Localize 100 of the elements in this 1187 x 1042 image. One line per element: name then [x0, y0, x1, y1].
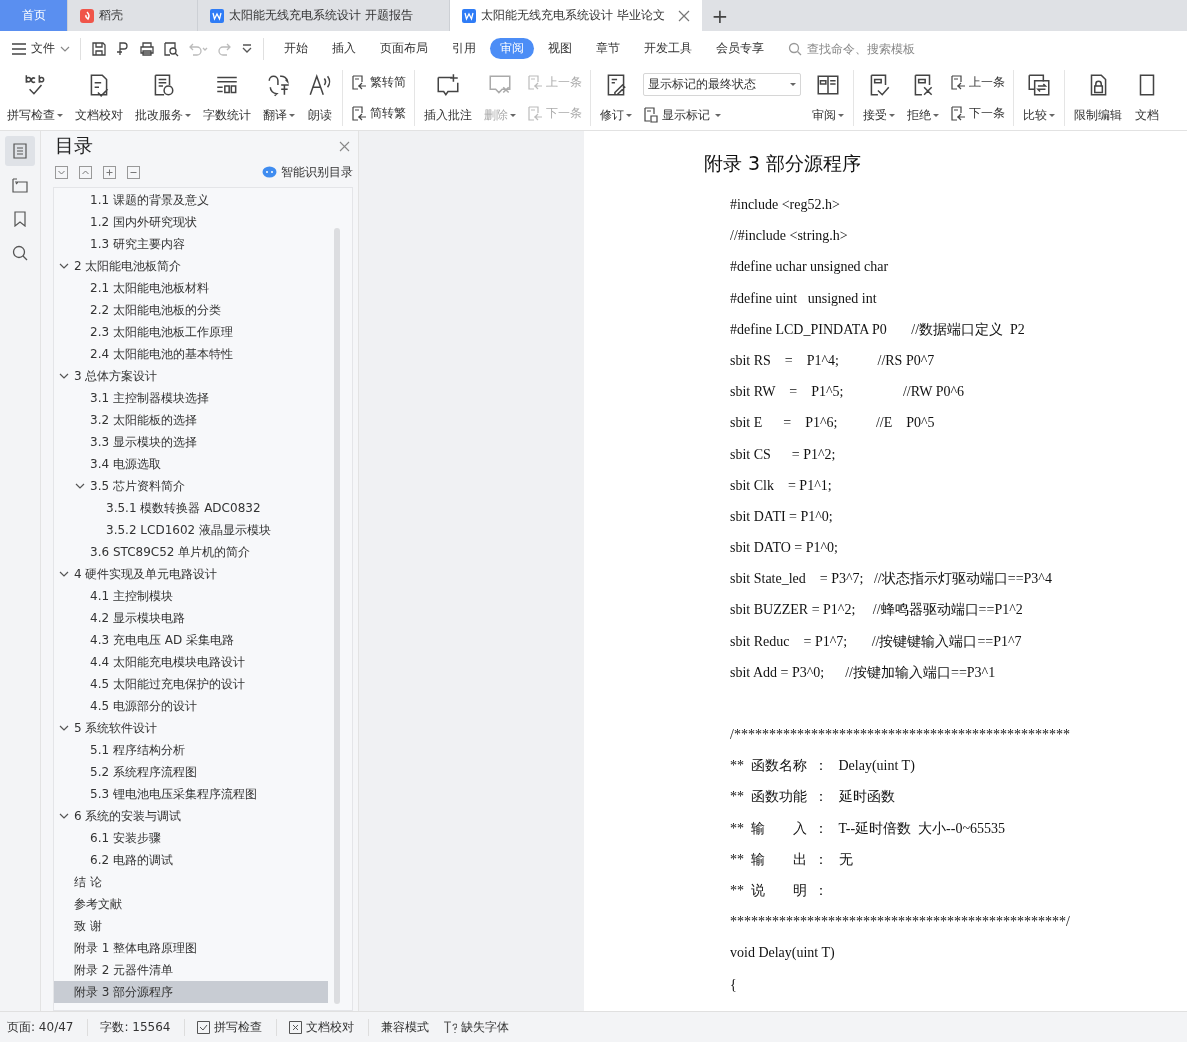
document-tab[interactable]: 太阳能无线充电系统设计 毕业论文 [450, 0, 702, 31]
missing-font-button[interactable]: 缺失字体 [443, 1018, 510, 1036]
toc-item[interactable]: 2.4 太阳能电池的基本特性 [54, 343, 328, 365]
document-arrow-icon [527, 105, 543, 122]
spell-check-button[interactable]: 拼写检查 [197, 1018, 278, 1036]
proofread-button[interactable]: 文档校对 [289, 1018, 370, 1036]
ribbon-button[interactable]: 显示标记 [643, 106, 801, 124]
toc-item[interactable]: 3.1 主控制器模块选择 [54, 387, 328, 409]
markup-dropdown[interactable]: 显示标记的最终状态 [643, 72, 801, 96]
toc-item[interactable]: 4.3 充电电压 AD 采集电路 [54, 629, 328, 651]
toc-item[interactable]: 3.5 芯片资料简介 [54, 475, 328, 497]
ribbon-button[interactable]: 字数统计 [202, 70, 252, 126]
toc-item[interactable]: 4.4 太阳能充电模块电路设计 [54, 651, 328, 673]
toc-item[interactable]: 参考文献 [54, 893, 328, 915]
chevron-down-icon[interactable] [59, 261, 69, 271]
tab-label: 太阳能无线充电系统设计 毕业论文 [481, 7, 665, 24]
close-icon[interactable] [339, 140, 350, 152]
toc-item[interactable]: 2.1 太阳能电池板材料 [54, 277, 328, 299]
ribbon-button[interactable]: 限制编辑 [1073, 70, 1123, 126]
toc-item[interactable]: 4.1 主控制模块 [54, 585, 328, 607]
toc-item[interactable]: 5.2 系统程序流程图 [54, 761, 328, 783]
chevron-down-icon[interactable] [59, 371, 69, 381]
chevron-down-icon[interactable] [59, 569, 69, 579]
toc-item[interactable]: 1.2 国内外研究现状 [54, 211, 328, 233]
toc-item[interactable]: 2.2 太阳能电池板的分类 [54, 299, 328, 321]
toc-item[interactable]: 结 论 [54, 871, 328, 893]
ribbon-button[interactable]: 拒绝 [906, 70, 940, 126]
chevron-down-icon[interactable] [59, 723, 69, 733]
ribbon-button[interactable]: 拼写检查 [6, 70, 64, 126]
menu-tab[interactable]: 章节 [586, 38, 630, 59]
panel-title: 目录 [55, 133, 93, 158]
toc-item[interactable]: 附录 3 部分源程序 [54, 981, 328, 1003]
menu-tab[interactable]: 会员专享 [706, 38, 774, 59]
menu-tab[interactable]: 开始 [274, 38, 318, 59]
collapse-icon[interactable] [55, 165, 68, 179]
ribbon-button[interactable]: 文档校对 [74, 70, 124, 126]
toc-item[interactable]: 5 系统软件设计 [54, 717, 328, 739]
toc-item[interactable]: 附录 2 元器件清单 [54, 959, 328, 981]
toc-item[interactable]: 6.2 电路的调试 [54, 849, 328, 871]
toc-item[interactable]: 3.2 太阳能板的选择 [54, 409, 328, 431]
comment-plus-icon [435, 72, 461, 98]
toc-item[interactable]: 6 系统的安装与调试 [54, 805, 328, 827]
menu-tab[interactable]: 页面布局 [370, 38, 438, 59]
toc-item[interactable]: 4 硬件实现及单元电路设计 [54, 563, 328, 585]
toc-item[interactable]: 4.5 电源部分的设计 [54, 695, 328, 717]
toc-item[interactable]: 1.1 课题的背景及意义 [54, 189, 328, 211]
minus-icon[interactable] [127, 165, 140, 179]
ribbon-button[interactable]: 简转繁 [351, 105, 406, 122]
print-icon[interactable] [139, 40, 155, 57]
toc-item[interactable]: 3.3 显示模块的选择 [54, 431, 328, 453]
menu-tab[interactable]: 视图 [538, 38, 582, 59]
ribbon-button[interactable]: 文档 [1133, 70, 1161, 126]
chevron-down-icon[interactable] [75, 481, 85, 491]
toc-item[interactable]: 2 太阳能电池板简介 [54, 255, 328, 277]
menu-tab[interactable]: 引用 [442, 38, 486, 59]
toc-item[interactable]: 6.1 安装步骤 [54, 827, 328, 849]
toc-item[interactable]: 3.4 电源选取 [54, 453, 328, 475]
code-line: sbit Add = P3^0; //按键加输入端口==P3^1 [730, 663, 997, 682]
toc-item[interactable]: 1.3 研究主要内容 [54, 233, 328, 255]
ribbon-button[interactable]: 朗读 [306, 70, 334, 126]
save-icon[interactable] [91, 40, 107, 57]
compat-mode-button[interactable]: 兼容模式 [381, 1018, 430, 1036]
ribbon-button[interactable]: 翻译 [262, 70, 296, 126]
toc-item[interactable]: 致 谢 [54, 915, 328, 937]
ribbon-button[interactable]: 比较 [1022, 70, 1056, 126]
print-preview-icon[interactable] [163, 40, 179, 57]
chevron-down-icon [60, 45, 70, 52]
ribbon-button[interactable]: 下一条 [950, 105, 1005, 122]
plus-icon[interactable] [103, 165, 116, 179]
toc-item[interactable]: 5.1 程序结构分析 [54, 739, 328, 761]
toc-item[interactable]: 附录 1 整体电路原理图 [54, 937, 328, 959]
expand-up-icon[interactable] [79, 165, 92, 179]
ribbon-button[interactable]: 审阅 [811, 70, 845, 126]
toc-item[interactable]: 3.5.1 模数转换器 ADC0832 [54, 497, 328, 519]
appendix-heading: 附录 3 部分源程序 [704, 151, 863, 176]
outline-button[interactable] [5, 136, 35, 166]
ribbon-button[interactable]: 插入批注 [423, 70, 473, 126]
code-line: ** 输 入 ： T--延时倍数 大小--0~65535 [730, 819, 1006, 838]
ribbon-button[interactable]: 批改服务 [134, 70, 192, 126]
menu-tab[interactable]: 插入 [322, 38, 366, 59]
ribbon-button[interactable]: 上一条 [950, 74, 1005, 91]
ribbon-button[interactable]: 接受 [862, 70, 896, 126]
toc-item[interactable]: 5.3 锂电池电压采集程序流程图 [54, 783, 328, 805]
chevron-down-icon[interactable] [59, 811, 69, 821]
file-menu[interactable]: 文件 [12, 40, 70, 57]
toc-item[interactable]: 3.5.2 LCD1602 液晶显示模块 [54, 519, 328, 541]
search-field[interactable]: 查找命令、搜索模板 [788, 40, 969, 57]
toc-item[interactable]: 3.6 STC89C52 单片机的简介 [54, 541, 328, 563]
menu-tab[interactable]: 开发工具 [634, 38, 702, 59]
toc-item[interactable]: 3 总体方案设计 [54, 365, 328, 387]
ribbon-button[interactable]: 修订 [599, 70, 633, 126]
smart-toc-button[interactable]: 智能识别目录 [262, 163, 353, 181]
toc-item[interactable]: 4.5 太阳能过充电保护的设计 [54, 673, 328, 695]
new-tab-button[interactable]: + [702, 0, 738, 31]
scrollbar-thumb[interactable] [334, 228, 340, 1004]
list-icon [12, 143, 28, 159]
toc-item[interactable]: 2.3 太阳能电池板工作原理 [54, 321, 328, 343]
toc-item[interactable]: 4.2 显示模块电路 [54, 607, 328, 629]
close-icon[interactable] [678, 9, 690, 22]
ribbon-button[interactable]: 繁转简 [351, 74, 406, 91]
